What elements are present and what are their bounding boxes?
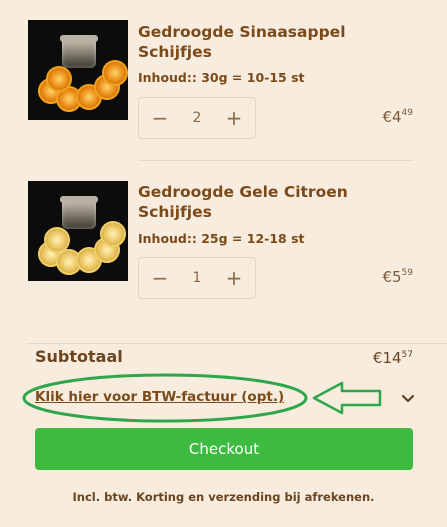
jar-graphic	[60, 35, 98, 68]
product-image-lemon[interactable]	[28, 181, 128, 281]
checkout-button[interactable]: Checkout	[35, 428, 413, 470]
chevron-down-icon[interactable]	[398, 388, 418, 408]
btw-invoice-link[interactable]: Klik hier voor BTW-factuur (opt.)	[35, 389, 284, 405]
increase-quantity-button[interactable]: +	[216, 98, 252, 138]
decrease-quantity-button[interactable]: −	[142, 258, 178, 298]
item-divider	[138, 160, 413, 161]
product-title[interactable]: Gedroogde Gele Citroen Schijfjes	[138, 182, 368, 222]
quantity-value[interactable]: 2	[179, 98, 215, 138]
quantity-value[interactable]: 1	[179, 258, 215, 298]
product-title[interactable]: Gedroogde Sinaasappel Schijfjes	[138, 22, 368, 62]
increase-quantity-button[interactable]: +	[216, 258, 252, 298]
item-price: €559	[382, 268, 413, 286]
decrease-quantity-button[interactable]: −	[142, 98, 178, 138]
item-price: €449	[382, 108, 413, 126]
quantity-stepper: − 2 +	[138, 97, 256, 139]
quantity-stepper: − 1 +	[138, 257, 256, 299]
jar-graphic	[60, 196, 98, 229]
summary-divider	[26, 343, 447, 344]
product-variant: Inhoud:: 30g = 10-15 st	[138, 70, 305, 85]
left-arrow-icon	[312, 381, 382, 415]
product-image-orange[interactable]	[28, 20, 128, 120]
subtotal-value: €1457	[372, 349, 413, 367]
product-variant: Inhoud:: 25g = 12-18 st	[138, 231, 305, 246]
tax-shipping-note: Incl. btw. Korting en verzending bij afr…	[72, 490, 375, 504]
subtotal-label: Subtotaal	[35, 347, 123, 366]
